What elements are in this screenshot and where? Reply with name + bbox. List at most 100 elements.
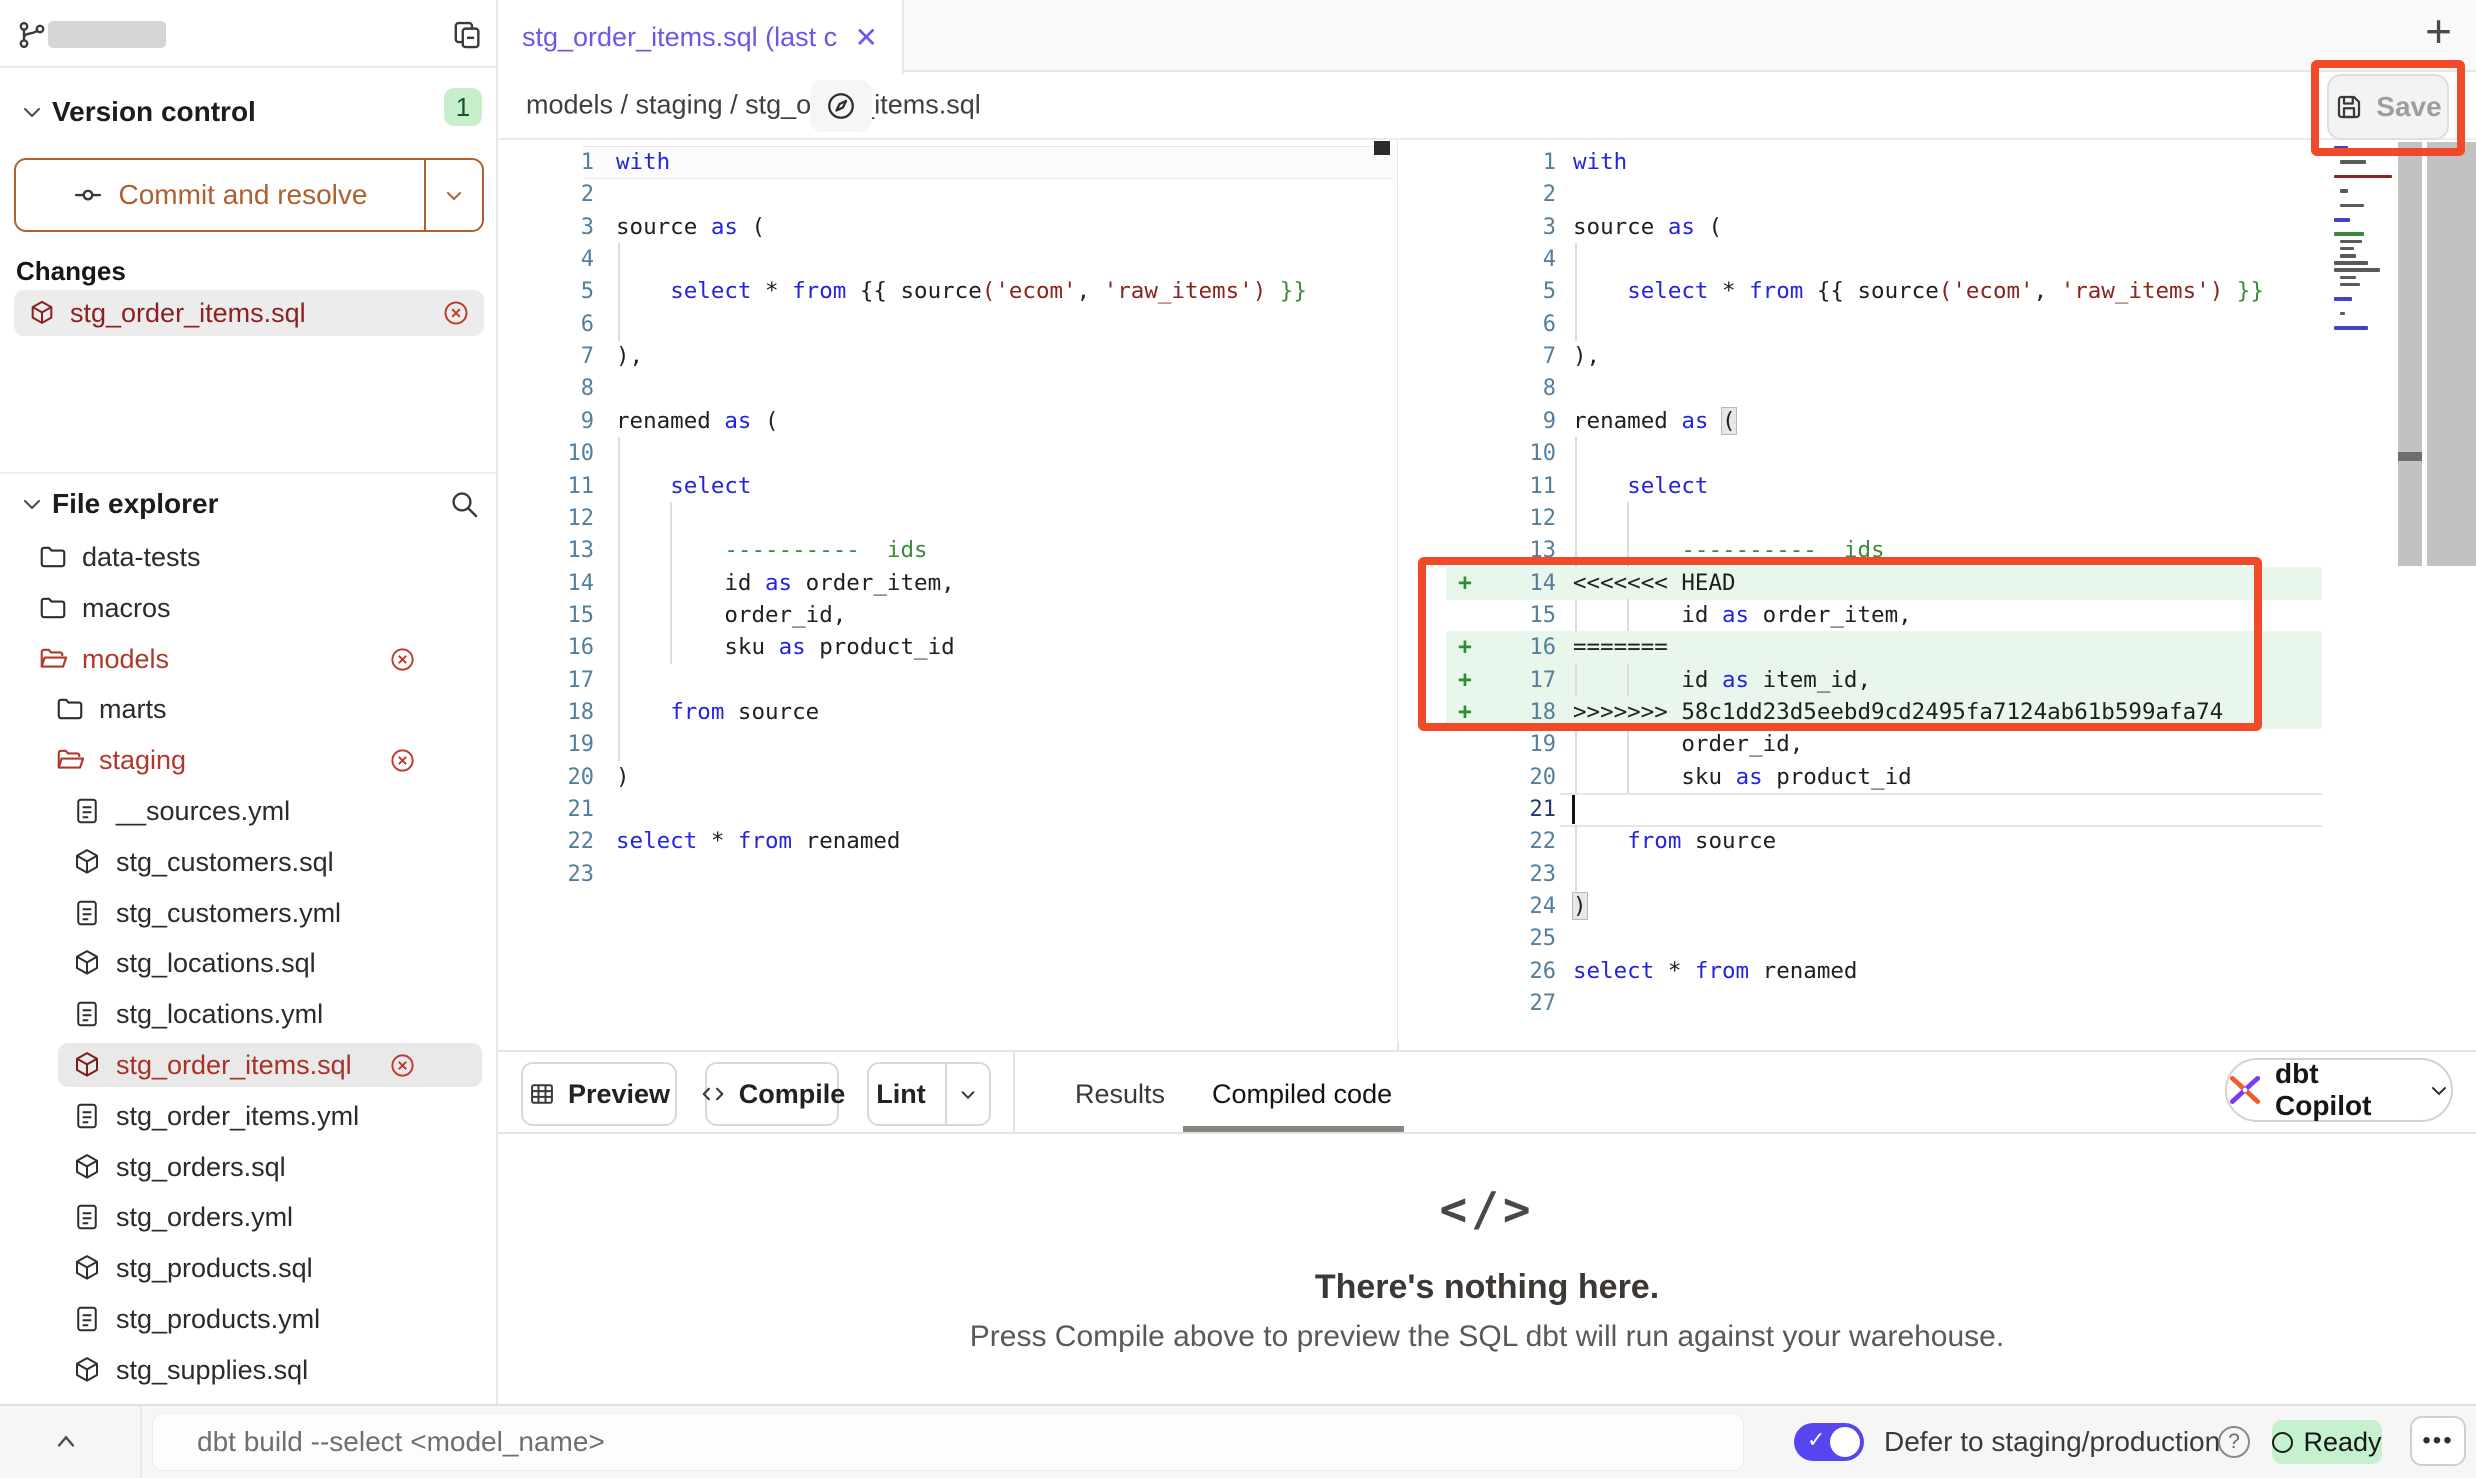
code-line-8[interactable]: 8 — [1398, 372, 2332, 405]
code-line-3[interactable]: 3source as ( — [1398, 211, 2332, 244]
lint-button[interactable]: Lint — [867, 1062, 991, 1126]
file-item-models[interactable]: models — [0, 636, 496, 682]
code-line-11[interactable]: 11 select — [498, 470, 1398, 503]
file-item--sources-yml[interactable]: __sources.yml — [0, 788, 496, 834]
code-line-10[interactable]: 10 — [1398, 437, 2332, 470]
code-line-17[interactable]: 17 — [498, 664, 1398, 697]
code-line-27[interactable]: 27 — [1398, 987, 2332, 1020]
code-line-8[interactable]: 8 — [498, 372, 1398, 405]
code-line-16[interactable]: 16 sku as product_id — [498, 631, 1398, 664]
code-line-22[interactable]: 22select * from renamed — [498, 825, 1398, 858]
code-line-1[interactable]: 1with — [1398, 146, 2332, 179]
file-item-stg-locations-sql[interactable]: stg_locations.sql — [0, 940, 496, 986]
code-line-23[interactable]: 23 — [498, 858, 1398, 891]
window-scrollbar[interactable] — [2427, 142, 2476, 566]
code-line-9[interactable]: 9renamed as ( — [1398, 405, 2332, 438]
code-line-18[interactable]: 18 from source — [498, 696, 1398, 729]
search-icon[interactable] — [448, 488, 480, 520]
code-line-11[interactable]: 11 select — [1398, 470, 2332, 503]
code-line-14[interactable]: 14 id as order_item, — [498, 567, 1398, 600]
version-control-section-header[interactable]: Version control 1 — [0, 80, 496, 144]
branch-name-redacted[interactable] — [48, 21, 166, 48]
code-line-2[interactable]: 2 — [498, 178, 1398, 211]
commit-options-caret[interactable] — [424, 160, 482, 230]
code-line-13[interactable]: 13 ---------- ids — [1398, 534, 2332, 567]
code-line-20[interactable]: 20 sku as product_id — [1398, 761, 2332, 794]
code-line-10[interactable]: 10 — [498, 437, 1398, 470]
code-line-7[interactable]: 7), — [498, 340, 1398, 373]
code-editor-current[interactable]: 1with23source as (45 select * from {{ so… — [1398, 140, 2332, 1042]
code-line-1[interactable]: 1with — [498, 146, 1398, 179]
left-pane-scrollbar-thumb[interactable] — [1374, 141, 1390, 155]
tab-compiled-code[interactable]: Compiled code — [1212, 1062, 1392, 1126]
save-button[interactable]: Save — [2327, 74, 2449, 140]
code-line-4[interactable]: 4 — [498, 243, 1398, 276]
code-line-20[interactable]: 20) — [498, 761, 1398, 794]
changed-file-row[interactable]: stg_order_items.sql — [14, 290, 484, 336]
file-item-stg-order-items-sql[interactable]: stg_order_items.sql — [0, 1042, 496, 1088]
file-item-stg-products-sql[interactable]: stg_products.sql — [0, 1245, 496, 1291]
preview-button[interactable]: Preview — [521, 1062, 677, 1126]
discard-change-icon[interactable] — [389, 1052, 416, 1079]
code-line-21[interactable]: 21 — [1398, 793, 2332, 826]
code-line-19[interactable]: 19 order_id, — [1398, 728, 2332, 761]
minimap[interactable] — [2332, 146, 2394, 356]
code-line-7[interactable]: 7), — [1398, 340, 2332, 373]
code-line-12[interactable]: 12 — [498, 502, 1398, 535]
new-tab-icon[interactable]: + — [2425, 8, 2452, 54]
code-line-6[interactable]: 6 — [1398, 308, 2332, 341]
discard-change-icon[interactable] — [442, 299, 470, 327]
defer-toggle[interactable]: ✓ — [1794, 1423, 1864, 1461]
lint-options-caret[interactable] — [945, 1064, 989, 1124]
file-item-stg-order-items-yml[interactable]: stg_order_items.yml — [0, 1093, 496, 1139]
file-item-stg-customers-sql[interactable]: stg_customers.sql — [0, 839, 496, 885]
more-options-button[interactable]: ••• — [2410, 1416, 2466, 1466]
code-line-15[interactable]: 15 order_id, — [498, 599, 1398, 632]
code-line-25[interactable]: 25 — [1398, 922, 2332, 955]
code-line-3[interactable]: 3source as ( — [498, 211, 1398, 244]
file-item-marts[interactable]: marts — [0, 686, 496, 732]
tab-stg-order-items[interactable]: stg_order_items.sql (last c... ✕ — [498, 0, 904, 74]
code-line-16[interactable]: +16======= — [1398, 631, 2332, 664]
code-line-26[interactable]: 26select * from renamed — [1398, 955, 2332, 988]
code-line-4[interactable]: 4 — [1398, 243, 2332, 276]
file-item-staging[interactable]: staging — [0, 737, 496, 783]
code-line-23[interactable]: 23 — [1398, 858, 2332, 891]
help-icon[interactable]: ? — [2218, 1426, 2250, 1458]
copy-icon[interactable] — [450, 18, 484, 52]
code-line-2[interactable]: 2 — [1398, 178, 2332, 211]
code-line-5[interactable]: 5 select * from {{ source('ecom', 'raw_i… — [498, 275, 1398, 308]
file-item-data-tests[interactable]: data-tests — [0, 534, 496, 580]
collapse-chevron-icon[interactable] — [52, 1428, 80, 1456]
tab-close-icon[interactable]: ✕ — [855, 21, 878, 54]
discard-change-icon[interactable] — [389, 747, 416, 774]
code-line-9[interactable]: 9renamed as ( — [498, 405, 1398, 438]
file-explorer-section-header[interactable]: File explorer — [0, 472, 496, 534]
code-line-17[interactable]: +17 id as item_id, — [1398, 664, 2332, 697]
editor-scrollbar-thumb[interactable] — [2398, 452, 2422, 461]
code-line-22[interactable]: 22 from source — [1398, 825, 2332, 858]
commit-and-resolve-button[interactable]: Commit and resolve — [14, 158, 484, 232]
file-item-stg-products-yml[interactable]: stg_products.yml — [0, 1296, 496, 1342]
dbt-copilot-button[interactable]: dbt Copilot — [2225, 1058, 2453, 1122]
code-line-21[interactable]: 21 — [498, 793, 1398, 826]
code-line-24[interactable]: 24) — [1398, 890, 2332, 923]
discard-change-icon[interactable] — [389, 646, 416, 673]
code-line-12[interactable]: 12 — [1398, 502, 2332, 535]
lineage-compass-icon[interactable] — [810, 80, 872, 132]
code-line-18[interactable]: +18>>>>>>> 58c1dd23d5eebd9cd2495fa7124ab… — [1398, 696, 2332, 729]
file-item-stg-customers-yml[interactable]: stg_customers.yml — [0, 890, 496, 936]
code-line-19[interactable]: 19 — [498, 728, 1398, 761]
tab-results[interactable]: Results — [1075, 1062, 1165, 1126]
code-line-5[interactable]: 5 select * from {{ source('ecom', 'raw_i… — [1398, 275, 2332, 308]
file-item-macros[interactable]: macros — [0, 585, 496, 631]
code-line-15[interactable]: 15 id as order_item, — [1398, 599, 2332, 632]
code-editor-last-commit[interactable]: 1with23source as (45 select * from {{ so… — [498, 140, 1398, 1042]
compile-button[interactable]: Compile — [705, 1062, 839, 1126]
code-line-14[interactable]: +14<<<<<<< HEAD — [1398, 567, 2332, 600]
file-item-stg-locations-yml[interactable]: stg_locations.yml — [0, 991, 496, 1037]
editor-scrollbar[interactable] — [2398, 142, 2422, 566]
dbt-command-input[interactable] — [152, 1413, 1744, 1471]
code-line-6[interactable]: 6 — [498, 308, 1398, 341]
file-item-stg-supplies-sql[interactable]: stg_supplies.sql — [0, 1347, 496, 1393]
